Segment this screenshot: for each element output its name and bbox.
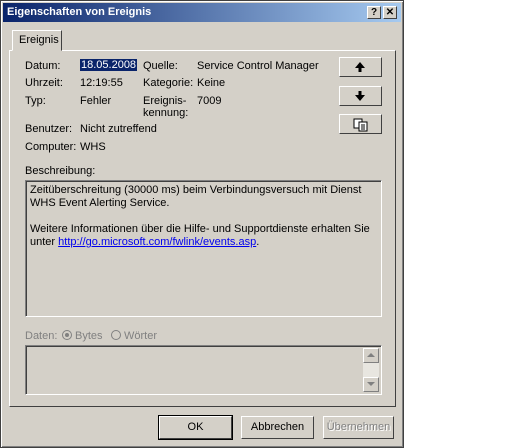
event-id-label-line2: kennung: bbox=[143, 107, 189, 119]
type-value[interactable]: Fehler bbox=[80, 95, 111, 107]
date-label: Datum: bbox=[25, 60, 61, 72]
description-text: Zeitüberschreitung (30000 ms) beim Verbi… bbox=[30, 184, 362, 209]
tab-label: Ereignis bbox=[19, 34, 59, 46]
apply-button[interactable]: Übernehmen bbox=[323, 416, 394, 439]
data-box[interactable] bbox=[25, 345, 382, 395]
date-value[interactable]: 18.05.2008 bbox=[80, 59, 138, 71]
description-label: Beschreibung: bbox=[25, 165, 96, 177]
words-label: Wörter bbox=[124, 330, 157, 342]
copy-icon bbox=[353, 118, 368, 132]
time-value[interactable]: 12:19:55 bbox=[80, 77, 123, 89]
cancel-button[interactable]: Abbrechen bbox=[241, 416, 314, 439]
computer-label: Computer: bbox=[25, 141, 77, 153]
tab-ereignis[interactable]: Ereignis bbox=[12, 30, 62, 51]
event-id-label-line1: Ereignis- bbox=[143, 95, 187, 107]
source-label: Quelle: bbox=[143, 60, 178, 72]
scroll-down-button[interactable] bbox=[363, 377, 379, 392]
event-properties-dialog: Eigenschaften von Ereignis ? ✕ Ereignis … bbox=[0, 0, 404, 448]
description-box[interactable]: Zeitüberschreitung (30000 ms) beim Verbi… bbox=[25, 180, 382, 317]
radio-selected-icon bbox=[62, 330, 72, 340]
user-label: Benutzer: bbox=[25, 123, 73, 135]
arrow-up-icon bbox=[355, 62, 365, 72]
category-value[interactable]: Keine bbox=[197, 77, 225, 89]
link-suffix: . bbox=[256, 236, 260, 248]
copy-button[interactable] bbox=[339, 114, 382, 134]
time-label: Uhrzeit: bbox=[25, 77, 63, 89]
arrow-down-icon bbox=[355, 91, 365, 101]
category-label: Kategorie: bbox=[143, 77, 194, 89]
words-radio[interactable]: Wörter bbox=[111, 330, 157, 342]
scroll-up-button[interactable] bbox=[363, 348, 379, 363]
help-button[interactable]: ? bbox=[367, 6, 381, 19]
event-id-value[interactable]: 7009 bbox=[197, 95, 221, 107]
type-label: Typ: bbox=[25, 95, 46, 107]
previous-event-button[interactable] bbox=[339, 57, 382, 77]
help-link[interactable]: http://go.microsoft.com/fwlink/events.as… bbox=[58, 236, 256, 248]
window-title: Eigenschaften von Ereignis bbox=[7, 6, 152, 18]
user-value[interactable]: Nicht zutreffend bbox=[80, 123, 157, 135]
bytes-radio[interactable]: Bytes bbox=[62, 330, 103, 342]
source-value[interactable]: Service Control Manager bbox=[197, 60, 319, 72]
vertical-scrollbar[interactable] bbox=[363, 348, 379, 392]
radio-icon bbox=[111, 330, 121, 340]
scroll-down-icon bbox=[367, 382, 375, 386]
scroll-up-icon bbox=[367, 353, 375, 357]
next-event-button[interactable] bbox=[339, 86, 382, 106]
close-button[interactable]: ✕ bbox=[383, 6, 397, 19]
title-bar[interactable]: Eigenschaften von Ereignis ? ✕ bbox=[3, 3, 401, 22]
ok-button[interactable]: OK bbox=[158, 415, 233, 440]
description-info: Weitere Informationen über die Hilfe- un… bbox=[30, 223, 377, 249]
bytes-label: Bytes bbox=[75, 330, 103, 342]
data-label: Daten: bbox=[25, 330, 58, 342]
computer-value[interactable]: WHS bbox=[80, 141, 106, 153]
